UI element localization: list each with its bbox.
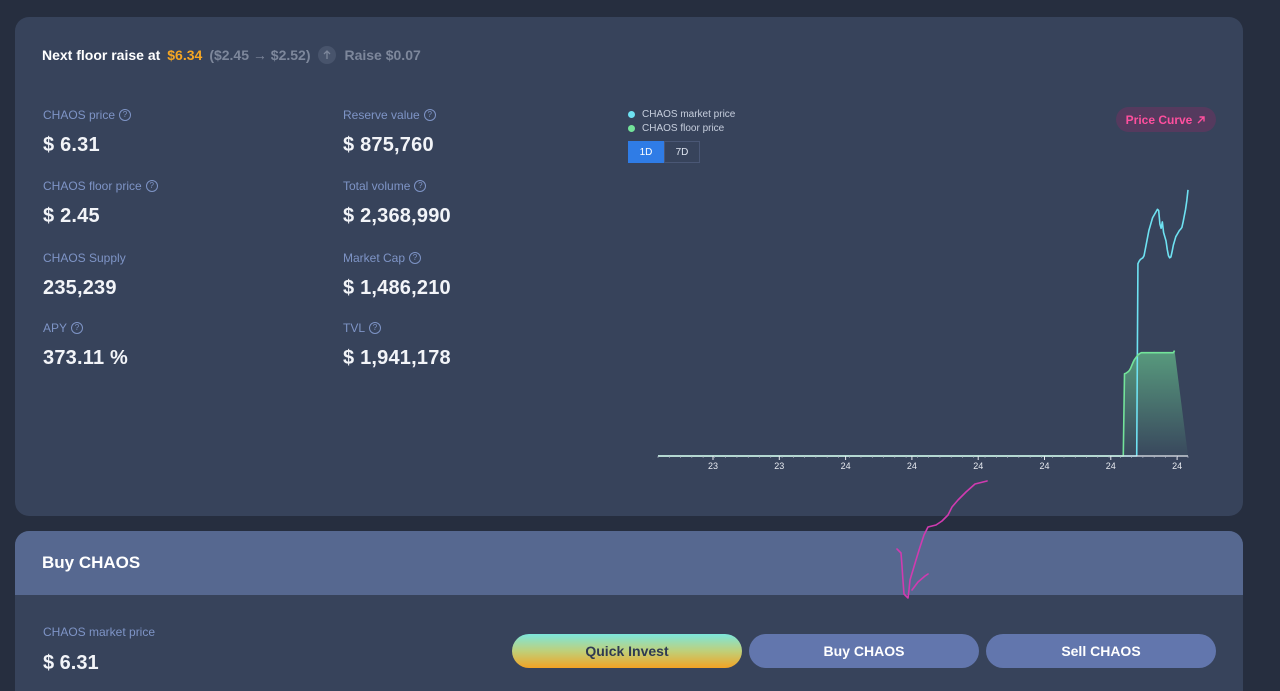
market-price-line: [658, 189, 1189, 457]
stat-label: Reserve value: [343, 108, 420, 122]
x-tick-label: 24: [1039, 461, 1049, 471]
stat-label: CHAOS price: [43, 108, 116, 122]
timeframe-1d-button[interactable]: 1D: [628, 141, 664, 163]
floor-price-area: [658, 350, 1188, 456]
stat-label: TVL: [343, 321, 366, 335]
help-icon[interactable]: ?: [145, 180, 158, 192]
legend-floor-label: CHAOS floor price: [642, 122, 725, 134]
arrow-up-right-icon: [1197, 115, 1206, 123]
stat-tvl: TVL? $ 1,941,178: [343, 321, 451, 370]
help-icon[interactable]: ?: [369, 322, 382, 334]
x-tick-label: 24: [907, 461, 917, 471]
stat-value: 235,239: [43, 277, 117, 299]
x-tick-label: 23: [708, 461, 718, 471]
legend-floor[interactable]: CHAOS floor price: [628, 121, 735, 135]
stat-value: $ 875,760: [343, 134, 434, 156]
stat-total-volume: Total volume? $ 2,368,990: [343, 179, 451, 228]
floor-raise-banner: Next floor raise at $6.34 ($2.45 → $2.52…: [42, 46, 421, 64]
stat-value: $ 6.31: [43, 134, 100, 156]
chart-legend: CHAOS market price CHAOS floor price: [628, 107, 735, 135]
help-icon[interactable]: ?: [119, 109, 132, 121]
price-chart: 232324242424242424: [657, 189, 1189, 471]
x-tick-label: 24: [841, 461, 851, 471]
legend-market[interactable]: CHAOS market price: [628, 107, 735, 121]
stat-value: 373.11 %: [43, 347, 129, 369]
stat-label: Total volume: [343, 179, 411, 193]
market-price-value: $ 6.31: [43, 652, 99, 674]
help-icon[interactable]: ?: [409, 252, 422, 264]
stat-label: APY: [43, 321, 68, 335]
market-price-label: CHAOS market price: [43, 625, 156, 639]
stat-chaos-price: CHAOS price? $ 6.31: [43, 108, 132, 157]
x-tick-label: 24: [973, 461, 983, 471]
price-curve-button[interactable]: Price Curve: [1116, 107, 1216, 132]
sell-chaos-button[interactable]: Sell CHAOS: [986, 634, 1216, 668]
timeframe-7d-button[interactable]: 7D: [664, 141, 700, 163]
buy-card-title: Buy CHAOS: [42, 553, 141, 572]
buy-chaos-button[interactable]: Buy CHAOS: [749, 634, 979, 668]
stat-value: $ 1,941,178: [343, 347, 451, 369]
stat-floor-price: CHAOS floor price? $ 2.45: [43, 179, 158, 228]
x-tick-label: 23: [774, 461, 784, 471]
stat-value: $ 2,368,990: [343, 205, 451, 227]
stat-label: CHAOS Supply: [43, 251, 126, 265]
stat-reserve-value: Reserve value? $ 875,760: [343, 108, 436, 157]
stat-label: CHAOS floor price: [43, 179, 142, 193]
stat-label: Market Cap: [343, 251, 406, 265]
help-icon[interactable]: ?: [414, 180, 427, 192]
x-tick-label: 24: [1106, 461, 1116, 471]
help-icon[interactable]: ?: [423, 109, 436, 121]
stat-apy: APY? 373.11 %: [43, 321, 128, 370]
floor-raise-label: Next floor raise at: [42, 47, 161, 63]
quick-invest-button[interactable]: Quick Invest: [512, 634, 742, 668]
legend-market-label: CHAOS market price: [642, 108, 736, 120]
stat-value: $ 1,486,210: [343, 277, 451, 299]
price-curve-label: Price Curve: [1125, 112, 1193, 127]
stat-market-cap: Market Cap? $ 1,486,210: [343, 251, 451, 300]
stat-supply: CHAOS Supply 235,239: [43, 251, 126, 300]
floor-price-line: [658, 350, 1176, 457]
stat-value: $ 2.45: [43, 205, 100, 227]
help-icon[interactable]: ?: [71, 322, 84, 334]
buy-card-header: Buy CHAOS: [15, 531, 1243, 595]
legend-dot-floor: [628, 124, 635, 132]
floor-raise-price: $6.34: [167, 47, 203, 63]
timeframe-toggle: 1D 7D: [628, 141, 700, 163]
floor-raise-range: ($2.45 → $2.52): [209, 47, 311, 63]
x-tick-label: 24: [1172, 461, 1182, 471]
arrow-up-icon: [318, 46, 337, 64]
legend-dot-market: [628, 110, 635, 118]
floor-raise-amount: Raise $0.07: [344, 47, 421, 63]
